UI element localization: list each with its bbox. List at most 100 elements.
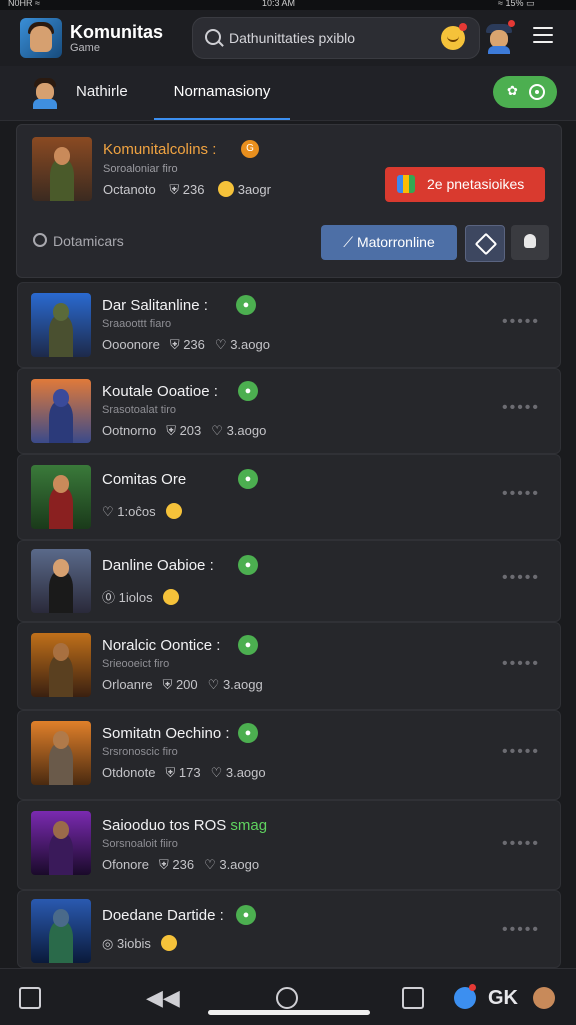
online-dot: ● (236, 295, 256, 315)
online-dot: ● (238, 469, 258, 489)
item-sub: Sorsnoaloit fiiro (102, 838, 178, 850)
item-sub: Srieooeict firo (102, 658, 170, 670)
status-left: N0HR ≈ (8, 0, 40, 8)
item-meta: ⓪ 1iolos (102, 587, 179, 606)
featured-title[interactable]: Komunitalcolins : (103, 141, 216, 158)
app-title: Komunitas (70, 22, 164, 42)
google-play-icon (397, 175, 415, 193)
item-meta: Otdonote ⛨ 173 ♡ 3.aogo (102, 765, 266, 780)
online-toggle[interactable]: ✿ (493, 76, 557, 108)
gk-label[interactable]: GK (488, 987, 518, 1009)
item-thumbnail (31, 293, 91, 357)
online-dot: ● (238, 381, 258, 401)
item-name: Koutale Ooatioe : (102, 383, 218, 400)
list-item[interactable]: Saiooduo tos ROS smag Sorsnoaloit fiiro … (17, 800, 561, 890)
featured-card: Komunitalcolins : G Soroaloniar firo Oct… (16, 124, 562, 278)
smile-icon (160, 935, 177, 951)
item-name: Comitas Ore (102, 471, 187, 488)
more-options-icon[interactable]: ••••• (502, 569, 540, 587)
search-icon (33, 233, 47, 247)
search-input[interactable]: Dathunittaties pxiblo (192, 17, 480, 59)
featured-stat-2: 236 (182, 182, 205, 197)
status-time: 10:3 AM (262, 0, 296, 8)
top-bar: Komunitas Game Dathunittaties pxiblo (0, 10, 576, 66)
smile-icon (162, 589, 179, 605)
featured-cta-label: 2e pnetasioikes (427, 176, 525, 192)
item-sub: Srasotoalat tiro (102, 404, 176, 416)
item-thumbnail (31, 633, 91, 697)
item-name: Somitatn Oechino : (102, 725, 230, 742)
list-item[interactable]: Danline Oabioe : ● ⓪ 1iolos ••••• (17, 540, 561, 622)
item-meta: Oooonore ⛨ 236 ♡ 3.aogo (102, 337, 270, 352)
online-dot: ● (238, 555, 258, 575)
item-meta: ◎ 3iobis (102, 935, 177, 952)
status-ring-icon (529, 84, 545, 100)
profile-avatar[interactable] (533, 987, 555, 1009)
item-meta: Orloanre ⛨ 200 ♡ 3.aogg (102, 677, 263, 692)
item-sub: Srsronoscic firo (102, 746, 178, 758)
app-subtitle: Game (70, 42, 100, 54)
status-bar: N0HR ≈ 10:3 AM ≈ 15% ▭ (0, 0, 576, 10)
list-item[interactable]: Comitas Ore ● ♡ 1:oĉos ••••• (17, 454, 561, 540)
tag-icon-button[interactable] (465, 225, 505, 262)
featured-stat-1: Octanoto (103, 182, 156, 197)
tab-avatar (30, 75, 60, 109)
item-thumbnail (31, 811, 91, 875)
filter-search[interactable]: Dotamicars (33, 233, 124, 249)
tab-first[interactable]: Nathirle (76, 66, 128, 118)
primary-button-label: Matorronline (356, 234, 435, 250)
item-thumbnail (31, 465, 91, 529)
item-thumbnail (31, 899, 91, 963)
compass-icon[interactable] (276, 987, 298, 1009)
tab-second-active[interactable]: Nornamasiony (154, 66, 290, 120)
featured-stats: Octanoto ⛨ 236 3aogr (103, 181, 271, 197)
more-options-icon[interactable]: ••••• (502, 835, 540, 853)
more-options-icon[interactable]: ••••• (502, 655, 540, 673)
window-icon[interactable] (402, 987, 424, 1009)
search-text: Dathunittaties pxiblo (229, 30, 356, 46)
item-thumbnail (31, 379, 91, 443)
leaf-icon: ✿ (507, 83, 518, 98)
featured-stat-3: 3aogr (237, 182, 271, 197)
item-name: Noralcic Oontice : (102, 637, 221, 654)
item-sub: Sraaoottt fiaro (102, 318, 172, 330)
more-options-icon[interactable]: ••••• (502, 743, 540, 761)
item-name: Saiooduo tos ROS smag (102, 817, 268, 834)
bell-icon-button[interactable] (511, 225, 549, 260)
list-item[interactable]: Doedane Dartide : ● ◎ 3iobis ••••• (17, 890, 561, 968)
more-options-icon[interactable]: ••••• (502, 313, 540, 331)
list-item[interactable]: Noralcic Oontice : ● Srieooeict firo Orl… (17, 622, 561, 710)
smile-icon (165, 503, 182, 519)
list-item[interactable]: Koutale Ooatioe : ● Srasotoalat tiro Oot… (17, 368, 561, 454)
item-thumbnail (31, 721, 91, 785)
filter-label: Dotamicars (53, 233, 124, 249)
app-logo[interactable] (20, 18, 62, 58)
tab-bar: Nathirle Nornamasiony ✿ (0, 66, 576, 121)
user-avatar[interactable] (484, 20, 515, 54)
bottom-nav: ◀◀ GK (0, 968, 576, 1025)
primary-online-button[interactable]: ⟋ Matorronline (321, 225, 457, 260)
online-dot: ● (236, 905, 256, 925)
coin-badge: G (241, 140, 259, 158)
item-name: Danline Oabioe : (102, 557, 214, 574)
item-thumbnail (31, 549, 91, 613)
item-meta: Ootnorno ⛨ 203 ♡ 3.aogo (102, 423, 267, 438)
check-badge-icon[interactable] (454, 984, 476, 1009)
status-right: ≈ 15% ▭ (498, 0, 535, 8)
home-indicator[interactable] (208, 1010, 370, 1015)
more-options-icon[interactable]: ••••• (502, 921, 540, 939)
list-item[interactable]: Somitatn Oechino : ● Srsronoscic firo Ot… (17, 710, 561, 800)
gallery-icon[interactable] (19, 987, 41, 1009)
featured-thumbnail[interactable] (32, 137, 92, 201)
featured-cta-button[interactable]: 2e pnetasioikes (385, 167, 545, 202)
item-name: Doedane Dartide : (102, 907, 224, 924)
list-item[interactable]: Dar Salitanline : ● Sraaoottt fiaro Oooo… (17, 282, 561, 368)
more-options-icon[interactable]: ••••• (502, 399, 540, 417)
rewind-icon[interactable]: ◀◀ (146, 987, 180, 1009)
hamburger-menu-icon[interactable] (533, 27, 553, 43)
online-dot: ● (238, 723, 258, 743)
item-name: Dar Salitanline : (102, 297, 208, 314)
emoji-notification-icon[interactable] (441, 23, 467, 50)
more-options-icon[interactable]: ••••• (502, 485, 540, 503)
online-dot: ● (238, 635, 258, 655)
